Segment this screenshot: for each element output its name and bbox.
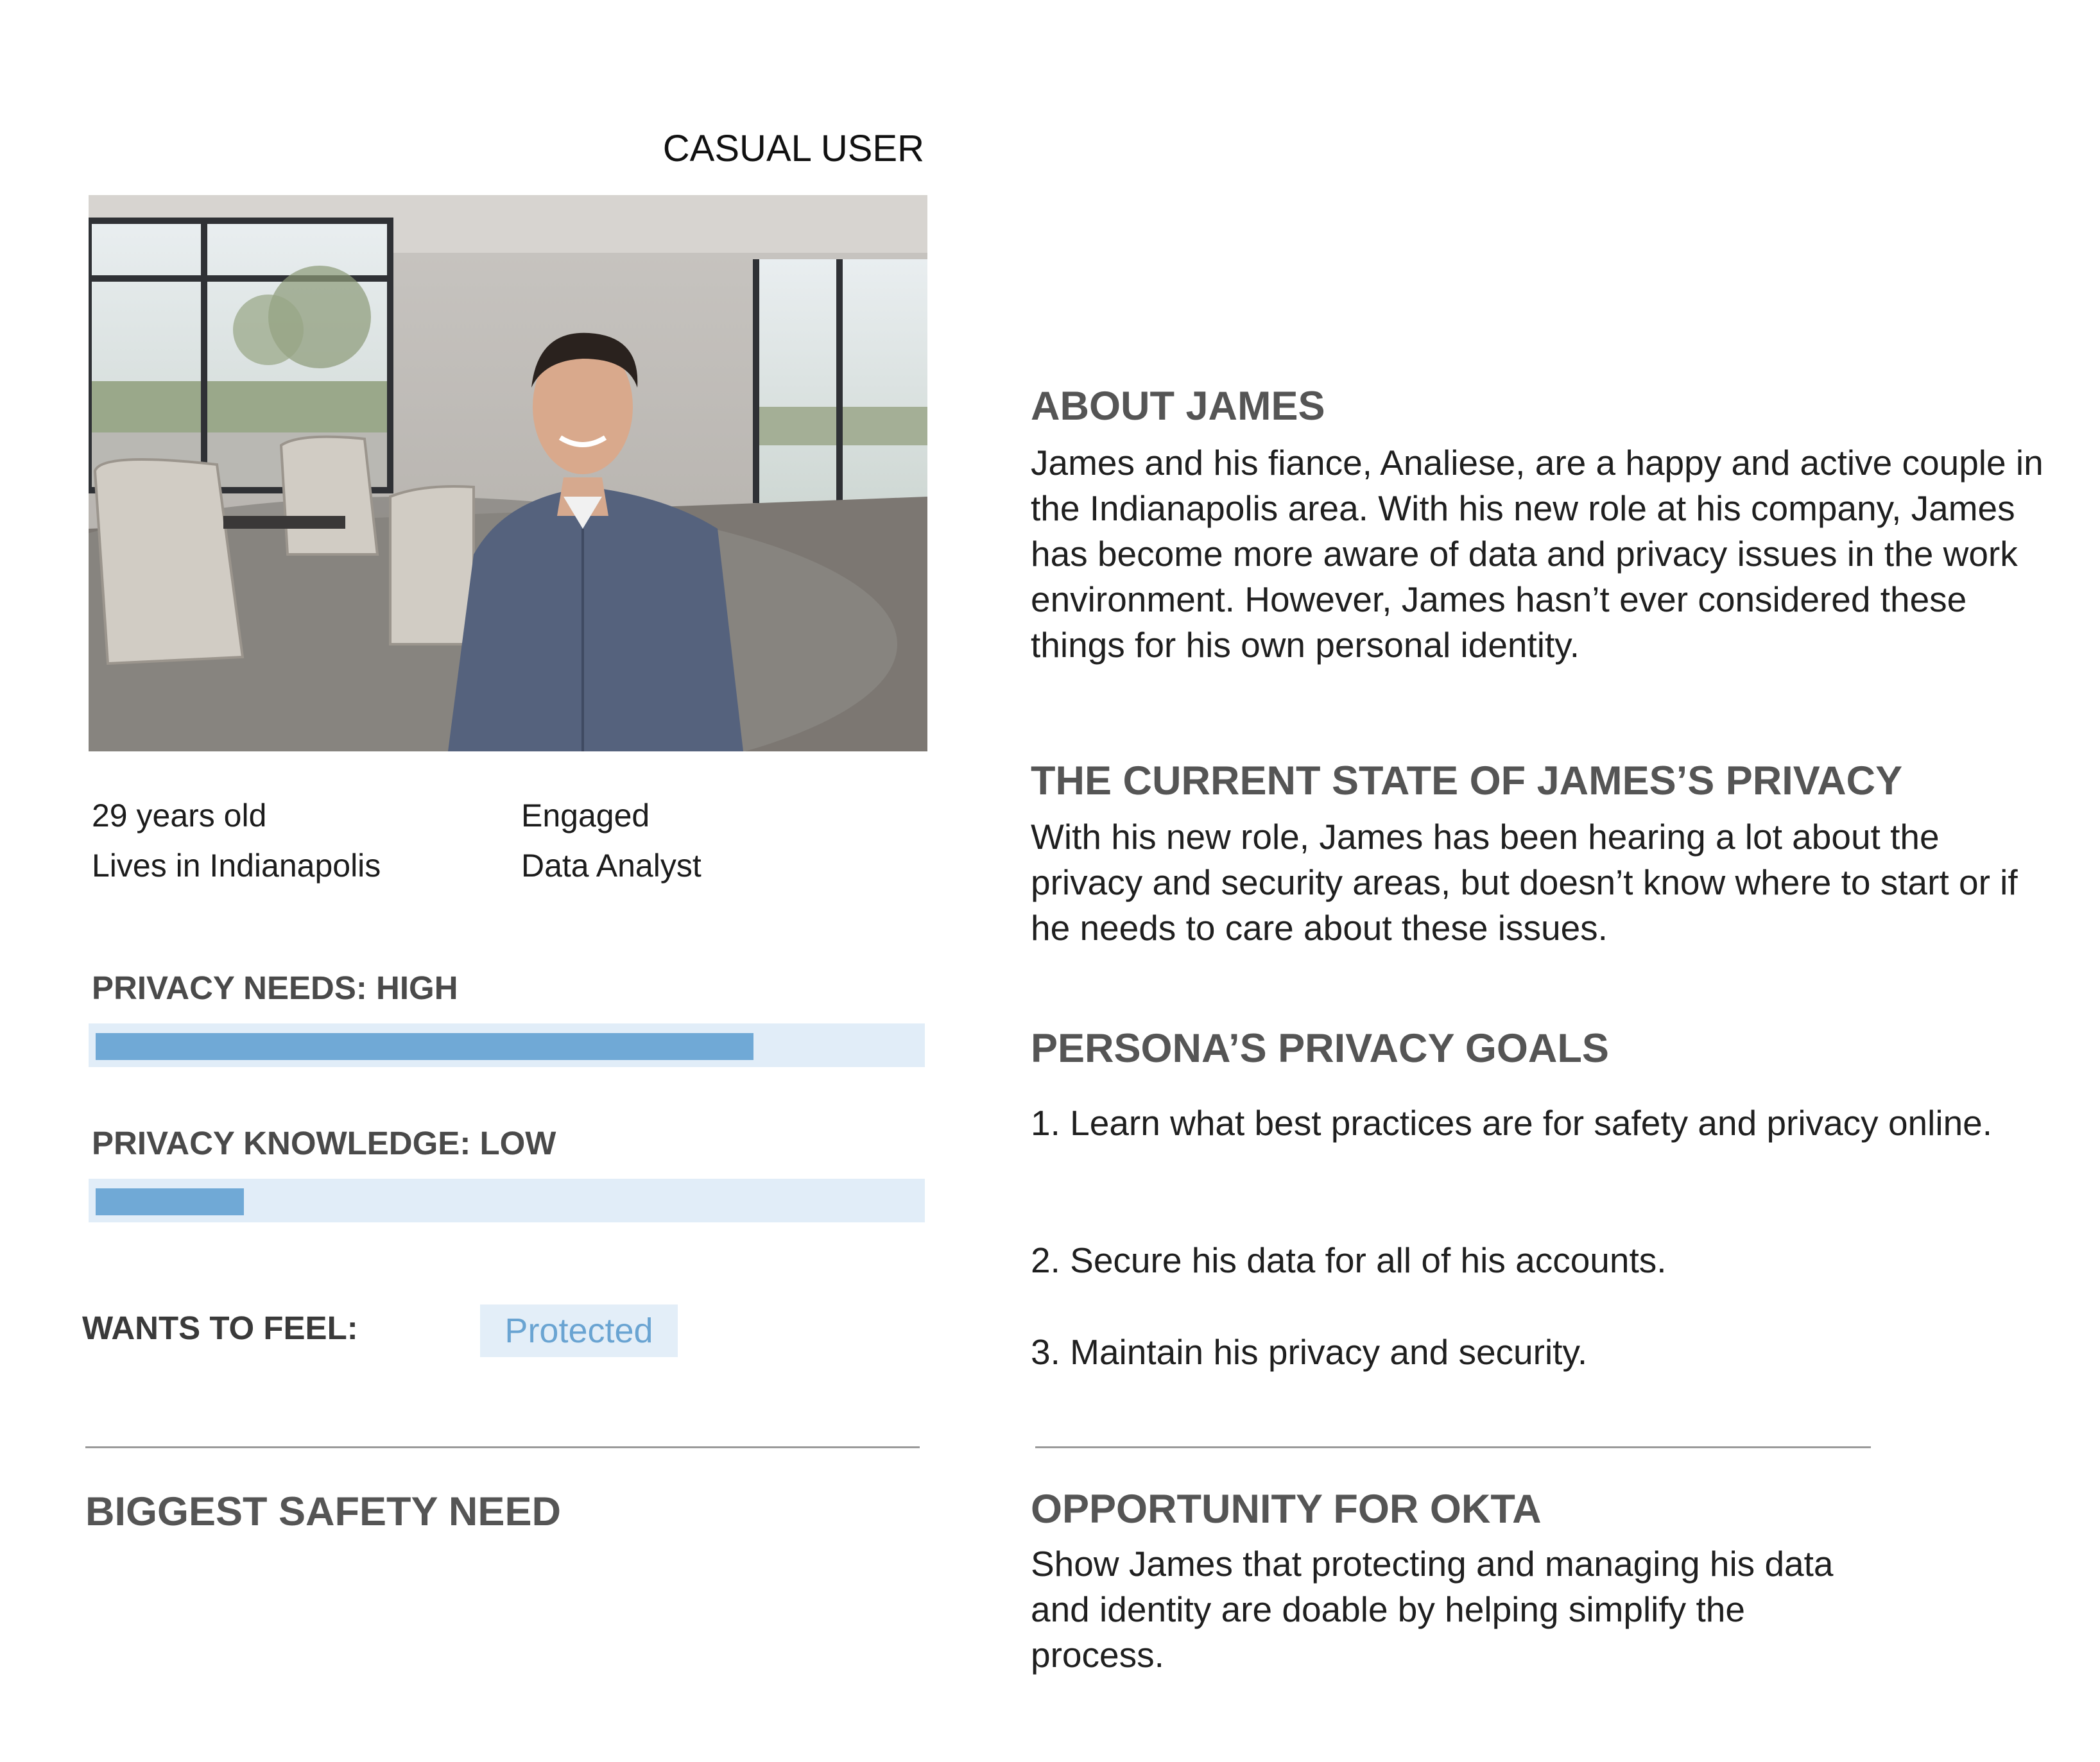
wants-to-feel-label: WANTS TO FEEL:: [82, 1310, 358, 1346]
fact-location: Lives in Indianapolis: [92, 848, 381, 884]
about-text: James and his fiance, Analiese, are a ha…: [1031, 443, 2044, 665]
goals-title: PERSONA’S PRIVACY GOALS: [1031, 1026, 1609, 1071]
persona-type-label: CASUAL USER: [662, 128, 924, 169]
right-divider: [1035, 1446, 1871, 1448]
privacy-knowledge-label: PRIVACY KNOWLEDGE: LOW: [92, 1125, 556, 1161]
fact-job: Data Analyst: [521, 848, 701, 884]
privacy-knowledge-meter-fill: [96, 1188, 244, 1215]
fact-age: 29 years old: [92, 798, 267, 834]
current-state-text: With his new role, James has been hearin…: [1031, 817, 2018, 948]
persona-photo-illustration: [89, 195, 927, 751]
opportunity-text: Show James that protecting and managing …: [1031, 1544, 1834, 1675]
wants-to-feel-chip: Protected: [480, 1304, 678, 1357]
fact-status: Engaged: [521, 798, 650, 834]
privacy-knowledge-meter: [89, 1179, 925, 1222]
opportunity-title: OPPORTUNITY FOR OKTA: [1031, 1487, 1542, 1532]
privacy-needs-meter: [89, 1023, 925, 1067]
goal-item-3: 3. Maintain his privacy and security.: [1031, 1332, 1588, 1372]
biggest-safety-need-title: BIGGEST SAFETY NEED: [85, 1489, 561, 1534]
left-divider: [85, 1446, 920, 1448]
privacy-needs-meter-fill: [96, 1033, 753, 1060]
goal-item-2: 2. Secure his data for all of his accoun…: [1031, 1240, 1667, 1280]
persona-photo: [89, 195, 927, 751]
about-title: ABOUT JAMES: [1031, 384, 1325, 429]
current-state-title: THE CURRENT STATE OF JAMES’S PRIVACY: [1031, 758, 1903, 803]
goal-item-1: 1. Learn what best practices are for saf…: [1031, 1103, 1993, 1143]
privacy-needs-label: PRIVACY NEEDS: HIGH: [92, 970, 458, 1006]
